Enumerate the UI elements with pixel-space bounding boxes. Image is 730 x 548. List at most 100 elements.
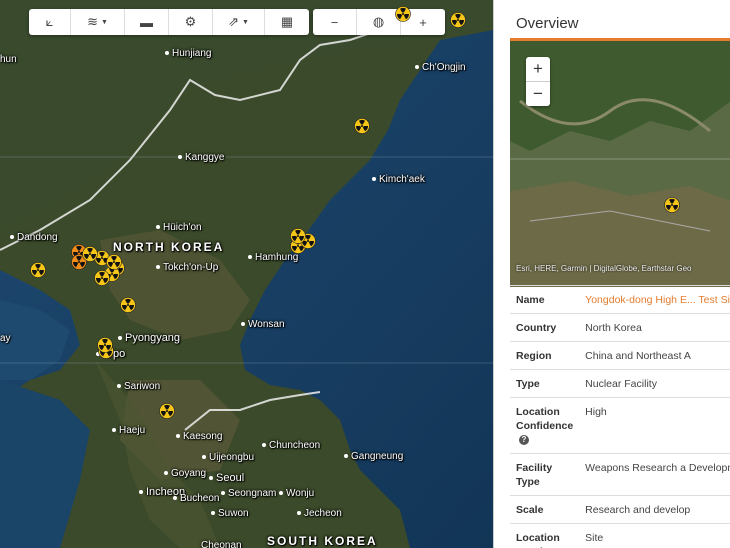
nuclear-site-marker[interactable] — [159, 403, 175, 419]
main-map[interactable]: ⟀ ≋ ▼ ▬ ⚙ ⇗ ▼ ▦ − ◍ + Hunjiang hun Ch'Ongjin Kanggye… — [0, 0, 493, 548]
map-label-text: Ch'Ongjin — [422, 62, 466, 73]
city-dot-icon — [176, 434, 180, 439]
help-icon[interactable]: ? — [519, 435, 529, 446]
layers-icon: ≋ — [87, 14, 98, 29]
map-label: Bucheon — [173, 493, 219, 504]
map-label: Kaesong — [176, 431, 222, 442]
satellite-basemap — [0, 0, 493, 548]
city-dot-icon — [10, 235, 14, 240]
info-value: North Korea — [579, 313, 730, 342]
info-key-text: Scale — [516, 504, 544, 516]
nuclear-site-marker[interactable] — [30, 262, 46, 278]
measure-tool-button[interactable]: ⟀ — [29, 9, 71, 35]
city-dot-icon — [164, 471, 168, 476]
info-key: Location Confidence? — [510, 397, 580, 454]
zoom-in-icon: + — [419, 14, 427, 30]
calendar-icon: ▦ — [280, 14, 294, 29]
map-label: Sariwon — [117, 381, 160, 392]
map-label-text: Tokch'on-Up — [163, 262, 219, 273]
nuclear-site-marker[interactable] — [82, 246, 98, 262]
nuclear-site-marker[interactable] — [97, 337, 113, 353]
map-label-text: hun — [0, 54, 17, 65]
map-label: Hüich'on — [156, 222, 202, 233]
map-label: Pyongyang — [118, 332, 180, 344]
map-attribution: Esri, HERE, Garmin | DigitalGlobe, Earth… — [516, 264, 692, 273]
map-label: Goyang — [164, 468, 206, 479]
city-dot-icon — [241, 322, 245, 327]
nuclear-site-marker[interactable] — [94, 270, 110, 286]
info-key-text: Country — [516, 322, 557, 334]
settings-icon: ⚙ — [184, 14, 197, 29]
map-label: Tokch'on-Up — [156, 262, 218, 273]
city-dot-icon — [173, 496, 177, 501]
zoom-toolbar: − ◍ + — [313, 9, 445, 35]
nuclear-site-marker[interactable] — [290, 228, 306, 244]
map-label-text: Haeju — [119, 425, 146, 436]
map-label-text: Goyang — [171, 468, 207, 479]
minimap-zoom-out-button[interactable]: − — [526, 82, 550, 106]
zoom-out-icon: − — [330, 14, 339, 30]
city-dot-icon — [202, 455, 206, 460]
city-dot-icon — [165, 51, 169, 56]
map-label-text: Gangneung — [351, 451, 404, 462]
nuclear-site-marker[interactable] — [395, 6, 411, 22]
map-label: ay — [0, 333, 11, 344]
map-label: Kanggye — [178, 152, 224, 163]
info-value: Nuclear Facility — [579, 369, 730, 398]
settings-button[interactable]: ⚙ — [169, 9, 213, 35]
info-value: Research and develop — [579, 495, 730, 524]
share-button[interactable]: ⇗ ▼ — [213, 9, 265, 35]
nuclear-site-marker[interactable] — [120, 297, 136, 313]
map-label: Seoul — [209, 472, 244, 484]
info-row: Type Nuclear Facility — [510, 369, 730, 398]
map-label: Dandong — [10, 232, 58, 243]
map-label: Seongnam — [221, 488, 276, 499]
open-folder-button[interactable]: ▬ — [125, 9, 169, 35]
map-label: Ch'Ongjin — [415, 62, 466, 73]
map-label: Uijeongbu — [202, 452, 254, 463]
info-key: Name — [510, 285, 580, 314]
map-label: Hunjiang — [165, 48, 211, 59]
map-toolbar: ⟀ ≋ ▼ ▬ ⚙ ⇗ ▼ ▦ — [29, 9, 309, 35]
info-key-text: Type — [516, 378, 540, 390]
overview-panel: Overview + − Esri, HERE, Garmin | Digita… — [493, 0, 730, 548]
layers-button[interactable]: ≋ ▼ — [71, 9, 125, 35]
map-label-text: Kanggye — [185, 152, 225, 163]
city-dot-icon — [118, 336, 122, 341]
facility-info-table: Name Yongdok-dong High E... Test Site Coun… — [510, 285, 730, 548]
info-row: Country North Korea — [510, 313, 730, 342]
minimap-zoom-control: + − — [526, 57, 550, 106]
city-dot-icon — [117, 384, 121, 389]
map-label-text: ay — [0, 333, 11, 344]
map-label: Kimch'aek — [372, 174, 425, 185]
measure-tool-icon: ⟀ — [45, 14, 54, 29]
info-row: Location Confidence? High — [510, 397, 730, 454]
overview-minimap[interactable]: + − Esri, HERE, Garmin | DigitalGlobe, E… — [510, 38, 730, 287]
zoom-out-button[interactable]: − — [313, 9, 357, 35]
minimap-zoom-in-button[interactable]: + — [526, 57, 550, 82]
city-dot-icon — [211, 511, 215, 516]
city-dot-icon — [156, 225, 160, 230]
map-label-text: Hüich'on — [163, 222, 202, 233]
map-label-text: Kaesong — [183, 431, 223, 442]
facility-name-link[interactable]: Yongdok-dong High E... Test Site — [579, 285, 730, 314]
info-key-text: Location Level — [516, 532, 560, 548]
selected-site-marker[interactable] — [664, 197, 680, 213]
map-label-text: Cheonan — [201, 540, 242, 548]
nuclear-site-marker[interactable] — [450, 12, 466, 28]
city-dot-icon — [139, 490, 143, 495]
map-label-text: Pyongyang — [125, 332, 181, 344]
city-dot-icon — [221, 491, 225, 496]
info-row: Location Level Site — [510, 523, 730, 548]
nuclear-site-marker[interactable] — [106, 254, 122, 270]
nuclear-site-marker[interactable] — [354, 118, 370, 134]
info-key-text: Location Confidence — [516, 406, 574, 432]
map-label: hun — [0, 54, 17, 65]
info-key: Scale — [510, 495, 580, 524]
calendar-button[interactable]: ▦ — [265, 9, 309, 35]
info-key: Type — [510, 369, 580, 398]
chevron-down-icon: ▼ — [100, 18, 108, 26]
city-dot-icon — [415, 65, 419, 70]
map-label-text: Bucheon — [180, 493, 220, 504]
panel-title: Overview — [516, 15, 579, 32]
